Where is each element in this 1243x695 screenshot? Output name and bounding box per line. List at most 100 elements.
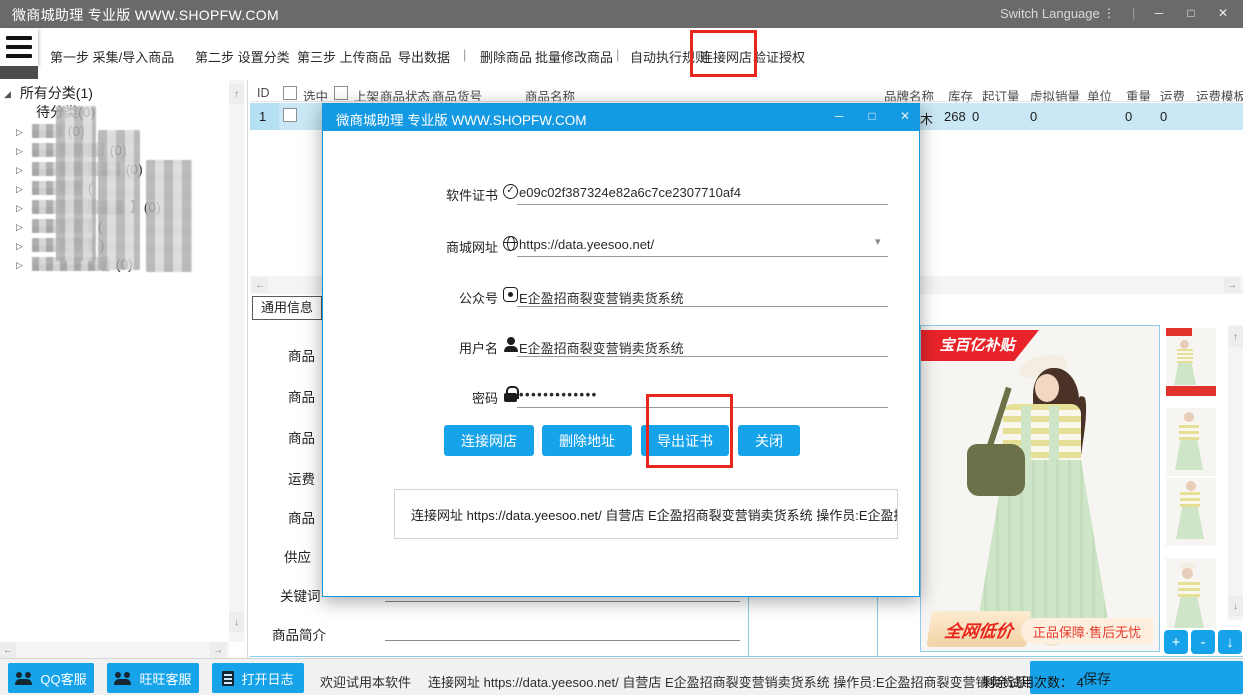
tree-collapsed-icon[interactable]: ▷ — [16, 127, 23, 137]
scroll-up-icon[interactable]: ↑ — [229, 84, 244, 104]
toolbar-export-data[interactable]: 导出数据 — [398, 47, 450, 66]
onsale-all-checkbox[interactable] — [334, 86, 348, 100]
download-image-button[interactable]: ↓ — [1218, 630, 1242, 654]
thumb-banner — [1166, 386, 1216, 396]
password-label: 密码 — [378, 388, 498, 407]
qq-support-button[interactable]: QQ客服 — [8, 663, 94, 693]
tree-collapsed-icon[interactable]: ▷ — [16, 241, 23, 251]
scroll-left-icon[interactable]: ← — [0, 642, 16, 658]
official-account-value[interactable]: E企盈招商裂变营销卖货系统 — [519, 288, 684, 307]
user-icon — [504, 337, 518, 352]
tree-collapsed-icon[interactable]: ▷ — [16, 203, 23, 213]
detail-label-keywords: 关键词 — [280, 585, 321, 605]
toolbar-step2-category[interactable]: 第二步 设置分类 — [195, 47, 290, 66]
globe-icon — [503, 236, 518, 251]
remove-image-button[interactable]: - — [1191, 630, 1215, 654]
tree-collapsed-icon[interactable]: ▷ — [16, 165, 23, 175]
field-underline — [517, 356, 888, 357]
thumbnail-scrollbar[interactable] — [1228, 325, 1243, 620]
header-divider — [250, 101, 1243, 102]
wangwang-support-button[interactable]: 旺旺客服 — [107, 663, 199, 693]
delete-address-button[interactable]: 删除地址 — [542, 425, 632, 456]
toolbar-step3-upload[interactable]: 第三步 上传商品 — [297, 47, 392, 66]
detail-label: 商品 — [288, 507, 315, 527]
password-value[interactable]: ••••••••••••• — [519, 387, 598, 402]
close-icon[interactable]: ✕ — [1210, 6, 1236, 20]
connect-shop-button[interactable]: 连接网店 — [444, 425, 534, 456]
app-window: 微商城助理 专业版 WWW.SHOPFW.COM Switch Language… — [0, 0, 1243, 695]
toolbar-step1-import[interactable]: 第一步 采集/导入商品 — [50, 47, 174, 66]
tab-general-info[interactable]: 通用信息 — [252, 296, 322, 320]
scroll-down-icon[interactable]: ↓ — [1228, 596, 1243, 616]
row-brand: 木 — [920, 109, 933, 128]
description-input[interactable] — [385, 640, 740, 641]
dialog-maximize-icon[interactable]: □ — [859, 109, 885, 123]
shop-url-value[interactable]: https://data.yeesoo.net/ — [519, 237, 654, 252]
row-stock: 268 — [944, 109, 966, 124]
more-menu-icon[interactable]: ⋮ — [1100, 6, 1118, 20]
trial-count-text: 剩余试用次数： 4 — [982, 672, 1084, 691]
hamburger-base — [0, 66, 38, 79]
field-underline — [517, 306, 888, 307]
annotation-box-connect-shop — [690, 30, 757, 77]
scroll-up-icon[interactable]: ↑ — [1228, 327, 1243, 347]
toolbar-batch-edit[interactable]: 批量修改商品 — [535, 47, 613, 66]
username-value[interactable]: E企盈招商裂变营销卖货系统 — [519, 338, 684, 357]
field-underline — [517, 256, 888, 257]
hamburger-menu-icon[interactable] — [0, 28, 38, 66]
add-image-button[interactable]: + — [1164, 630, 1188, 654]
maximize-icon[interactable]: □ — [1178, 6, 1204, 20]
tree-collapsed-icon[interactable]: ▷ — [16, 146, 23, 156]
thumbnail-4[interactable] — [1166, 558, 1216, 628]
scroll-left-icon[interactable]: ← — [252, 277, 268, 293]
toolbar-delete-product[interactable]: 删除商品 — [480, 47, 532, 66]
certificate-value[interactable]: e09c02f387324e82a6c7ce2307710af4 — [519, 185, 741, 200]
col-header-id[interactable]: ID — [257, 86, 270, 100]
official-account-label: 公众号 — [378, 288, 498, 307]
people-icon — [114, 672, 132, 685]
thumb-figure — [1177, 349, 1193, 363]
people-icon — [15, 672, 33, 685]
minimize-icon[interactable]: ─ — [1146, 6, 1172, 20]
thumb-figure — [1186, 481, 1196, 491]
dialog-close-icon[interactable]: ✕ — [892, 109, 918, 123]
tree-collapsed-icon[interactable]: ▷ — [16, 222, 23, 232]
sidebar-hscrollbar[interactable] — [0, 642, 229, 658]
switch-language-button[interactable]: Switch Language — [1000, 6, 1100, 21]
thumbnail-1[interactable] — [1166, 328, 1216, 396]
row-checkbox[interactable] — [283, 108, 297, 122]
row-weight: 0 — [1125, 109, 1132, 124]
panel-bottom-border — [250, 656, 1243, 657]
guarantee-badge: 正品保障·售后无忧 — [1021, 618, 1153, 644]
open-log-button[interactable]: 打开日志 — [212, 663, 304, 693]
scroll-right-icon[interactable]: → — [1224, 277, 1240, 293]
thumbnail-3[interactable] — [1166, 478, 1216, 546]
tree-expanded-icon[interactable]: ◢ — [4, 89, 11, 99]
window-title: 微商城助理 专业版 WWW.SHOPFW.COM — [12, 5, 279, 25]
sidebar-vscrollbar[interactable] — [229, 80, 244, 642]
certificate-label: 软件证书 — [378, 185, 498, 204]
status-bar: QQ客服 旺旺客服 打开日志 欢迎试用本软件 连接网址 https://data… — [0, 658, 1243, 695]
row-moq: 0 — [972, 109, 979, 124]
tree-collapsed-icon[interactable]: ▷ — [16, 184, 23, 194]
thumbnail-2[interactable] — [1166, 408, 1216, 476]
detail-label-description: 商品简介 — [272, 624, 326, 644]
toolbar-verify-license[interactable]: 验证授权 — [753, 47, 805, 66]
close-dialog-button[interactable]: 关闭 — [738, 425, 800, 456]
scroll-right-icon[interactable]: → — [210, 642, 226, 658]
scroll-down-icon[interactable]: ↓ — [229, 612, 244, 632]
connection-status-text: 连接网址 https://data.yeesoo.net/ 自营店 E企盈招商裂… — [411, 505, 898, 524]
product-photo: 宝百亿补贴 全网低价 正品保障·售后无忧 — [920, 325, 1160, 652]
censored-region — [98, 130, 140, 270]
thumb-figure — [1179, 422, 1199, 440]
tree-root-all-categories[interactable]: ◢ 所有分类(1) — [4, 84, 93, 103]
tree-collapsed-icon[interactable]: ▷ — [16, 260, 23, 270]
keywords-input[interactable] — [385, 601, 740, 602]
wangwang-support-label: 旺旺客服 — [139, 669, 191, 688]
field-underline — [517, 204, 888, 205]
url-dropdown-icon[interactable]: ▾ — [875, 235, 881, 248]
connection-status-box: 连接网址 https://data.yeesoo.net/ 自营店 E企盈招商裂… — [394, 489, 898, 539]
dialog-minimize-icon[interactable]: ─ — [826, 109, 852, 123]
toolbar-separator: | — [616, 47, 619, 62]
select-all-checkbox[interactable] — [283, 86, 297, 100]
